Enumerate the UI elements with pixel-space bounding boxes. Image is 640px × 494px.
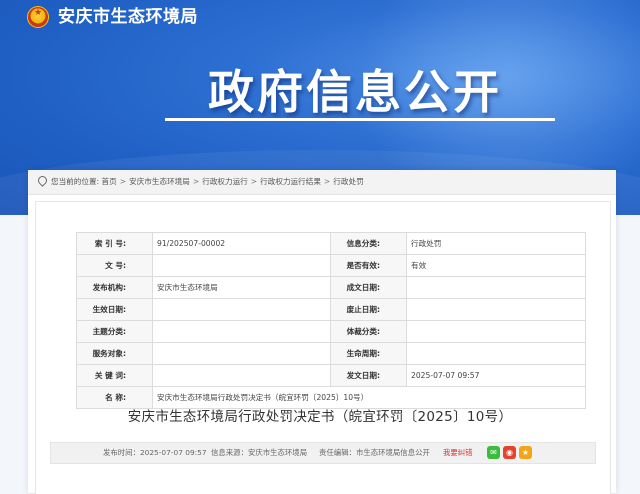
table-row: 关 键 词: 发文日期: 2025-07-07 09:57 xyxy=(76,364,586,387)
report-error-link[interactable]: 我要纠错 xyxy=(443,443,473,463)
genre-category-label: 体裁分类: xyxy=(330,320,407,343)
publisher-label: 发布机构: xyxy=(76,276,153,299)
expiry-date-label: 废止日期: xyxy=(330,298,407,321)
written-date-label: 成文日期: xyxy=(330,276,407,299)
breadcrumb-power-operation[interactable]: 行政权力运行 xyxy=(202,177,248,186)
publish-time: 发布时间：2025-07-07 09:57 xyxy=(103,448,207,457)
info-category-label: 信息分类: xyxy=(330,232,407,255)
validity-value: 有效 xyxy=(406,254,586,277)
table-row: 文 号: 是否有效: 有效 xyxy=(76,254,586,277)
index-number-value: 91/202507-00002 xyxy=(152,232,331,255)
info-category-value: 行政处罚 xyxy=(406,232,586,255)
table-row: 服务对象: 生命周期: xyxy=(76,342,586,365)
validity-label: 是否有效: xyxy=(330,254,407,277)
breadcrumb-separator: > xyxy=(250,177,258,186)
breadcrumb-penalty[interactable]: 行政处罚 xyxy=(333,177,363,186)
document-title: 安庆市生态环境局行政处罚决定书（皖宜环罚〔2025〕10号） xyxy=(127,409,513,425)
info-bar: 发布时间：2025-07-07 09:57 信息来源：安庆市生态环境局 责任编辑… xyxy=(50,442,596,464)
keywords-label: 关 键 词: xyxy=(76,364,153,387)
service-target-label: 服务对象: xyxy=(76,342,153,365)
topic-category-value xyxy=(152,320,331,343)
responsible-editor: 责任编辑：市生态环境局信息公开 xyxy=(319,448,430,457)
life-cycle-value xyxy=(406,342,586,365)
publisher-value: 安庆市生态环境局 xyxy=(152,276,331,299)
metadata-table: 索 引 号: 91/202507-00002 信息分类: 行政处罚 文 号: 是… xyxy=(76,232,586,409)
table-row: 发布机构: 安庆市生态环境局 成文日期: xyxy=(76,276,586,299)
expiry-date-value xyxy=(406,298,586,321)
weibo-icon[interactable]: ◉ xyxy=(503,446,516,459)
breadcrumb-prefix: 您当前的位置: xyxy=(51,177,100,186)
topic-category-label: 主题分类: xyxy=(76,320,153,343)
banner-title: 政府信息公开 xyxy=(208,65,502,119)
issue-date-label: 发文日期: xyxy=(330,364,407,387)
breadcrumb-separator: > xyxy=(119,177,127,186)
breadcrumb-power-result[interactable]: 行政权力运行结果 xyxy=(260,177,321,186)
qzone-icon[interactable]: ★ xyxy=(519,446,532,459)
breadcrumb: 您当前的位置: 首页 > 安庆市生态环境局 > 行政权力运行 > 行政权力运行结果 > 行政处罚 xyxy=(28,170,616,195)
wechat-icon[interactable]: ✉ xyxy=(487,446,500,459)
breadcrumb-home[interactable]: 首页 xyxy=(102,177,117,186)
table-row: 索 引 号: 91/202507-00002 信息分类: 行政处罚 xyxy=(76,232,586,255)
service-target-value xyxy=(152,342,331,365)
location-icon xyxy=(36,174,49,187)
effective-date-value xyxy=(152,298,331,321)
table-row: 生效日期: 废止日期: xyxy=(76,298,586,321)
index-number-label: 索 引 号: xyxy=(76,232,153,255)
breadcrumb-bureau[interactable]: 安庆市生态环境局 xyxy=(129,177,190,186)
written-date-value xyxy=(406,276,586,299)
table-row: 主题分类: 体裁分类: xyxy=(76,320,586,343)
genre-category-value xyxy=(406,320,586,343)
national-emblem-icon[interactable]: ★ xyxy=(27,6,49,28)
site-title[interactable]: 安庆市生态环境局 xyxy=(58,5,198,29)
banner-underline xyxy=(165,118,555,121)
issue-date-value: 2025-07-07 09:57 xyxy=(406,364,586,387)
doc-number-value xyxy=(152,254,331,277)
breadcrumb-separator: > xyxy=(323,177,331,186)
life-cycle-label: 生命周期: xyxy=(330,342,407,365)
info-source: 信息来源：安庆市生态环境局 xyxy=(211,448,308,457)
keywords-value xyxy=(152,364,331,387)
effective-date-label: 生效日期: xyxy=(76,298,153,321)
doc-number-label: 文 号: xyxy=(76,254,153,277)
breadcrumb-separator: > xyxy=(192,177,200,186)
